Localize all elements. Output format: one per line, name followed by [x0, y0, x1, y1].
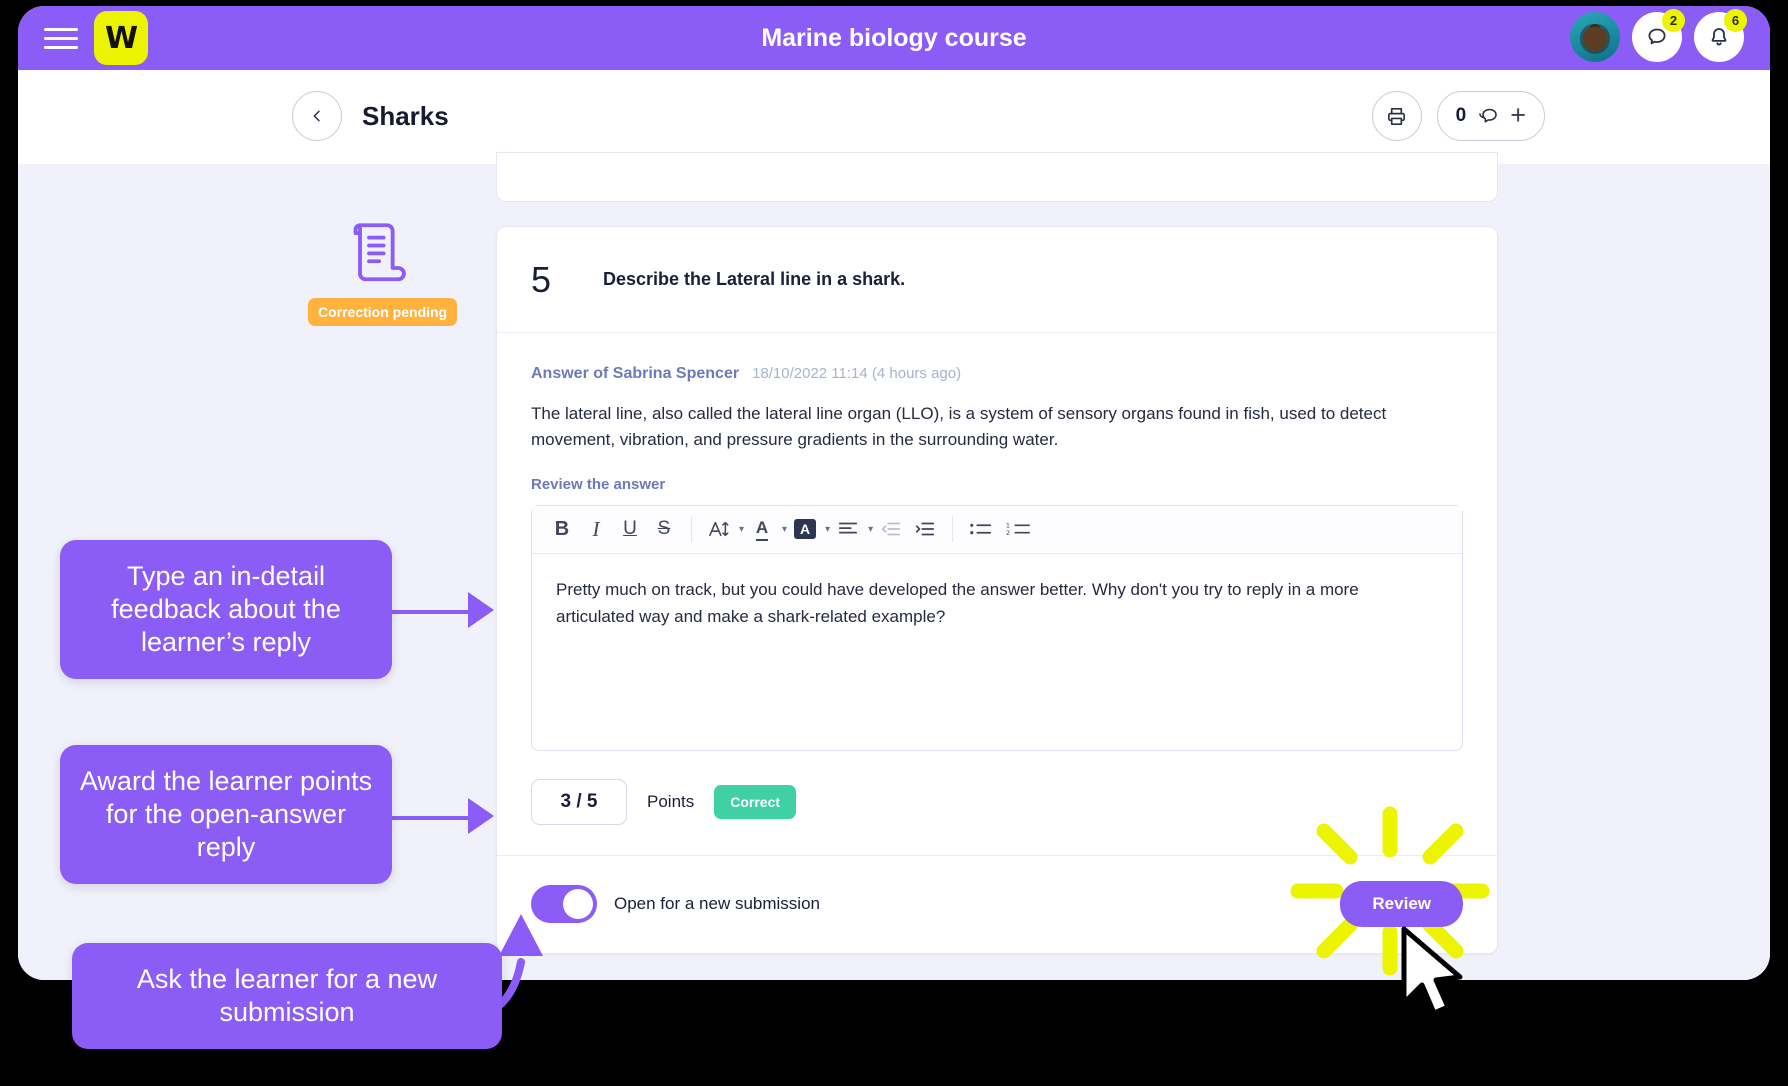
bulleted-list-icon[interactable] [964, 512, 998, 546]
app-title-text: Marine biology course [761, 23, 1027, 52]
app-logo[interactable]: W [94, 11, 148, 65]
editor-toolbar: B I U S ▾ A ▾ A ▾ ▾ 1 2 [532, 505, 1462, 554]
answer-meta: Answer of Sabrina Spencer 18/10/2022 11:… [531, 365, 1463, 383]
page-title: Marine biology course [18, 6, 1770, 70]
chevron-down-icon[interactable]: ▾ [825, 524, 830, 535]
logo-letter: W [104, 20, 138, 56]
toolbar-divider [691, 516, 692, 543]
svg-text:2: 2 [1006, 529, 1010, 537]
screenshot-stage: W Marine biology course 2 6 Sharks 0 + C… [0, 0, 1788, 1086]
grading-row: 3 / 5 Points Correct [531, 751, 1463, 855]
chevron-down-icon[interactable]: ▾ [739, 524, 744, 535]
breadcrumb-title: Sharks [362, 101, 449, 131]
question-body: Answer of Sabrina Spencer 18/10/2022 11:… [497, 333, 1497, 855]
highlight-color-icon[interactable]: A [789, 512, 821, 546]
answer-author: Answer of Sabrina Spencer [531, 365, 740, 382]
hamburger-menu-icon[interactable] [44, 23, 78, 53]
callout-feedback: Type an in-detail feedback about the lea… [60, 540, 392, 679]
answer-timestamp: 18/10/2022 11:14 (4 hours ago) [752, 365, 962, 382]
feedback-editor: B I U S ▾ A ▾ A ▾ ▾ 1 2 Pretty much on t… [531, 504, 1463, 751]
scroll-document-icon [308, 214, 448, 286]
toggle-knob [563, 889, 593, 920]
strikethrough-icon[interactable]: S [648, 512, 680, 546]
question-header: 5 Describe the Lateral line in a shark. [497, 227, 1497, 333]
question-text: Describe the Lateral line in a shark. [603, 269, 906, 289]
print-button[interactable] [1371, 91, 1422, 141]
review-button[interactable]: Review [1340, 881, 1463, 928]
comment-icon [1479, 108, 1498, 123]
question-number: 5 [531, 258, 552, 300]
chevron-down-icon[interactable]: ▾ [782, 524, 787, 535]
open-new-submission-toggle[interactable] [531, 885, 597, 924]
toggle-label: Open for a new submission [614, 894, 820, 914]
italic-icon[interactable]: I [580, 512, 612, 546]
indent-icon[interactable] [909, 512, 941, 546]
comment-count: 0 [1455, 105, 1467, 126]
outdent-icon[interactable] [875, 512, 907, 546]
chevron-left-icon [313, 110, 320, 122]
comments-button[interactable]: 0 + [1436, 91, 1545, 141]
resubmission-toggle-group: Open for a new submission [531, 885, 820, 924]
notifications-button[interactable]: 6 [1694, 9, 1747, 62]
bold-icon[interactable]: B [546, 512, 578, 546]
plus-icon: + [1510, 100, 1526, 131]
sub-header: Sharks 0 + [18, 70, 1770, 164]
result-status-badge: Correct [714, 784, 797, 819]
numbered-list-icon[interactable]: 1 2 [1000, 512, 1036, 546]
printer-icon [1388, 107, 1406, 125]
answer-body-text: The lateral line, also called the latera… [531, 404, 1387, 450]
points-label: Points [647, 791, 695, 811]
question-status-column: Correction pending [308, 214, 458, 326]
top-navigation-bar: W Marine biology course 2 6 [18, 6, 1770, 70]
underline-icon[interactable]: U [614, 512, 646, 546]
top-bar-actions: 2 6 [1570, 9, 1747, 62]
callout-resubmission: Ask the learner for a new submission [72, 943, 502, 1049]
feedback-textarea[interactable]: Pretty much on track, but you could have… [532, 554, 1462, 750]
text-color-icon[interactable]: A [746, 512, 778, 546]
review-answer-label: Review the answer [531, 475, 666, 493]
back-button[interactable] [292, 91, 342, 141]
avatar[interactable] [1570, 12, 1620, 62]
callout-points: Award the learner points for the open-an… [60, 745, 392, 884]
previous-question-card-partial [496, 152, 1498, 202]
font-size-icon[interactable] [703, 512, 735, 546]
score-input[interactable]: 3 / 5 [531, 778, 627, 825]
align-icon[interactable] [832, 512, 864, 546]
notifications-badge: 6 [1724, 9, 1747, 32]
messages-badge: 2 [1662, 9, 1685, 32]
question-card: 5 Describe the Lateral line in a shark. … [496, 226, 1498, 954]
sub-header-actions: 0 + [1371, 91, 1545, 141]
messages-button[interactable]: 2 [1632, 9, 1685, 62]
status-badge: Correction pending [308, 298, 458, 326]
question-footer: Open for a new submission Review [497, 854, 1497, 953]
chevron-down-icon[interactable]: ▾ [868, 524, 873, 535]
toolbar-divider [952, 516, 954, 543]
